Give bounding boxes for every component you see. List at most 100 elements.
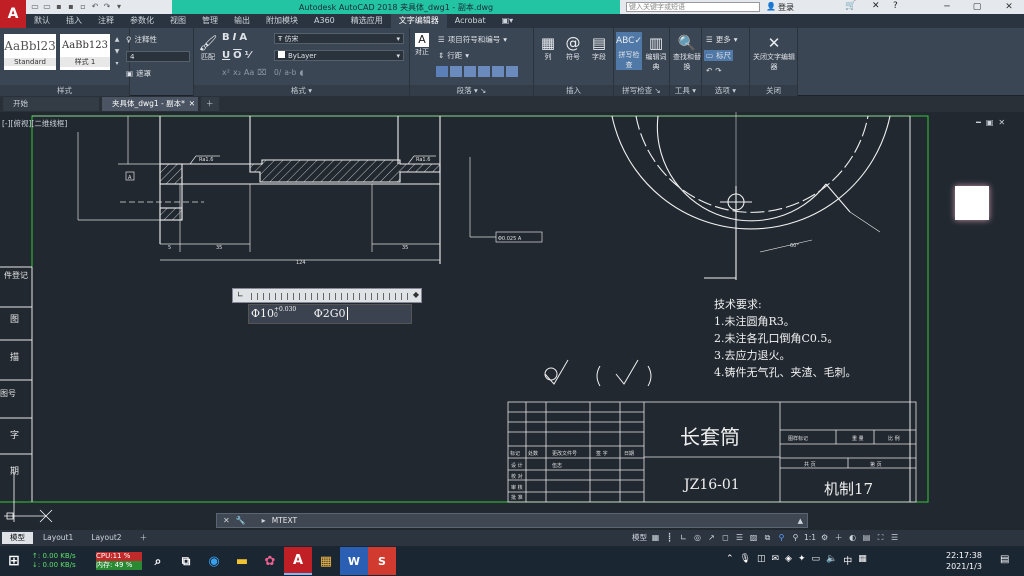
wps-icon[interactable]: S xyxy=(368,547,396,575)
tab-parametric[interactable]: 参数化 xyxy=(122,14,162,28)
paragraph-icon[interactable] xyxy=(506,66,518,77)
stack-icon[interactable]: ⅟ xyxy=(245,50,251,61)
italic-button[interactable]: I xyxy=(233,32,237,43)
mtext-editor[interactable]: ∟ ◆ Φ10 +0.030 0 Φ2G0 xyxy=(232,288,422,326)
font-combo[interactable]: Ŧ 仿宋 ▾ xyxy=(274,33,404,44)
customize-icon[interactable]: ☰ xyxy=(889,532,900,543)
cmd-close-icon[interactable]: ✕ xyxy=(223,516,230,525)
tray-ime-icon[interactable]: ▦ xyxy=(858,554,867,567)
user-icon[interactable]: 👤 xyxy=(766,2,776,11)
tracking-icon[interactable]: a-b xyxy=(284,68,296,77)
autocad-taskbar-icon[interactable]: A xyxy=(284,547,312,575)
align-distribute-icon[interactable] xyxy=(492,66,504,77)
drawing-canvas[interactable]: 5 35 35 124 Ra1.6 Ra1.6 Φ0.025 A A 60° 长… xyxy=(0,112,1024,530)
tab-extra-icon[interactable]: ▣▾ xyxy=(494,14,522,28)
tray-app4-icon[interactable]: ✦ xyxy=(798,554,806,567)
command-line[interactable]: ✕ 🔧 ▸ MTEXT ▲ xyxy=(216,513,808,528)
layout-tab-1[interactable]: Layout1 xyxy=(35,532,81,544)
new-layout-button[interactable]: ＋ xyxy=(132,532,156,544)
fullscreen-icon[interactable]: ⛶ xyxy=(875,532,886,543)
plus-icon[interactable]: ＋ xyxy=(833,532,844,543)
field-button[interactable]: ▤ 字段 xyxy=(588,34,610,62)
close-editor-button[interactable]: ✕ 关闭文字编辑器 xyxy=(752,34,796,72)
annotative-toggle[interactable]: ♀ 注释性 xyxy=(126,34,157,45)
tab-addins[interactable]: 附加模块 xyxy=(258,14,306,28)
color-combo[interactable]: ByLayer ▾ xyxy=(274,50,404,61)
ortho-icon[interactable]: ∟ xyxy=(678,532,689,543)
tray-up-icon[interactable]: ⌃ xyxy=(726,554,734,567)
vp-close-icon[interactable]: ✕ xyxy=(998,118,1005,127)
tray-volume-icon[interactable]: 🔈 xyxy=(826,554,837,567)
find-replace-button[interactable]: 🔍 查找和替换 xyxy=(672,34,702,72)
search-icon[interactable]: ⌕ xyxy=(144,547,172,575)
app-menu-button[interactable]: A xyxy=(0,0,26,28)
spell-check-button[interactable]: ABC✓ 拼写检查 xyxy=(616,32,642,70)
minimize-button[interactable]: ─ xyxy=(932,0,962,14)
undo-icon[interactable]: ↶ xyxy=(90,2,100,12)
tab-close-icon[interactable]: ✕ xyxy=(189,97,195,111)
save-icon[interactable]: ▪ xyxy=(54,2,64,12)
tab-output[interactable]: 输出 xyxy=(226,14,258,28)
word-icon[interactable]: W xyxy=(340,547,368,575)
tray-lang[interactable]: 中 xyxy=(843,554,852,567)
case-icon[interactable]: Aa xyxy=(244,68,254,77)
grid-icon[interactable]: ▦ xyxy=(650,532,661,543)
tab-default[interactable]: 默认 xyxy=(26,14,58,28)
vp-restore-icon[interactable]: ▣ xyxy=(986,118,994,127)
status-model-label[interactable]: 模型 xyxy=(632,532,647,543)
polar-icon[interactable]: ◎ xyxy=(692,532,703,543)
tab-view[interactable]: 视图 xyxy=(162,14,194,28)
tab-featured[interactable]: 精选应用 xyxy=(343,14,391,28)
style-swatch-style1[interactable]: AaBb123 样式 1 xyxy=(60,34,110,70)
tab-drawing[interactable]: 夹具体_dwg1 - 副本* ✕ xyxy=(102,97,198,111)
tray-app3-icon[interactable]: ◈ xyxy=(785,554,792,567)
text-redo-icon[interactable]: ↷ xyxy=(715,66,721,75)
tray-app1-icon[interactable]: ◫ xyxy=(757,554,766,567)
more-button[interactable]: ☰ 更多 ▾ xyxy=(706,34,738,45)
isodraft-icon[interactable]: ↗ xyxy=(706,532,717,543)
columns-button[interactable]: ▦ 列 xyxy=(538,34,558,62)
print-icon[interactable]: ▫ xyxy=(78,2,88,12)
style-swatch-standard[interactable]: AaBbl23 Standard xyxy=(4,34,56,70)
cart-icon[interactable]: 🛒 xyxy=(845,1,856,11)
align-center-icon[interactable] xyxy=(450,66,462,77)
strike-button[interactable]: A xyxy=(239,32,247,43)
mtext-content[interactable]: Φ10 +0.030 0 Φ2G0 xyxy=(248,304,412,324)
tab-annotate[interactable]: 注释 xyxy=(90,14,122,28)
clock[interactable]: 22:17:38 2021/1/3 xyxy=(946,550,982,572)
vp-minimize-icon[interactable]: ━ xyxy=(976,118,981,127)
tray-mic-icon[interactable]: 🎙 xyxy=(740,554,751,567)
ruler-button[interactable]: ▭ 标尺 xyxy=(704,50,734,61)
annotation-vis-icon[interactable]: ⚲ xyxy=(790,532,801,543)
save-as-icon[interactable]: ▪ xyxy=(66,2,76,12)
new-tab-button[interactable]: ＋ xyxy=(201,97,219,111)
mask-button[interactable]: ▣ 遮罩 xyxy=(126,68,151,79)
match-button[interactable]: 🖌 匹配 xyxy=(198,34,218,62)
annotation-icon[interactable]: ⚲ xyxy=(776,532,787,543)
tab-text-editor[interactable]: 文字编辑器 xyxy=(390,14,447,28)
app-yellow-icon[interactable]: ▦ xyxy=(312,547,340,575)
ruler-tab-icon[interactable]: ∟ xyxy=(237,290,244,299)
overline-button[interactable]: O xyxy=(233,50,242,61)
cmd-customize-icon[interactable]: 🔧 xyxy=(236,516,246,525)
login-link[interactable]: 登录 xyxy=(778,2,794,13)
text-height-combo[interactable]: 4 xyxy=(126,51,190,62)
media-app-icon[interactable]: ✿ xyxy=(256,547,284,575)
dropdown-icon[interactable]: ▾ xyxy=(114,2,124,12)
clear-format-icon[interactable]: ⌧ xyxy=(257,68,266,77)
symbol-button[interactable]: @ 符号 xyxy=(562,34,584,62)
align-justify-icon[interactable] xyxy=(478,66,490,77)
text-undo-icon[interactable]: ↶ xyxy=(706,66,712,75)
oblique-icon[interactable]: 0/ xyxy=(274,68,281,77)
task-view-icon[interactable]: ⧉ xyxy=(172,547,200,575)
style-scroll[interactable]: ▲ ▼ ▾ xyxy=(113,34,121,70)
spacing-button[interactable]: ⇕ 行距 ▾ xyxy=(438,50,469,61)
align-right-icon[interactable] xyxy=(464,66,476,77)
open-icon[interactable]: ▭ xyxy=(42,2,52,12)
notification-icon[interactable]: ▤ xyxy=(1000,554,1009,565)
justify-button[interactable]: A 对正 xyxy=(412,33,432,57)
bullets-button[interactable]: ☰ 项目符号和编号 ▾ xyxy=(438,34,507,45)
file-explorer-icon[interactable]: ▬ xyxy=(228,547,256,575)
redo-icon[interactable]: ↷ xyxy=(102,2,112,12)
width-icon[interactable]: ◖ xyxy=(299,68,303,77)
